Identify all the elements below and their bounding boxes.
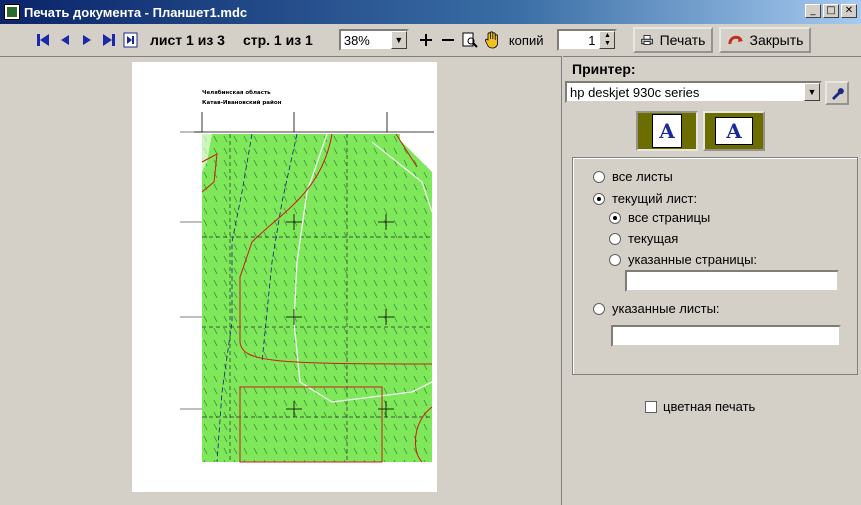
print-button[interactable]: Печать: [633, 27, 714, 53]
preview-area[interactable]: Челябинская область Катав-Ивановский рай…: [0, 56, 562, 505]
radio-specified-sheets[interactable]: указанные листы:: [593, 301, 720, 316]
window-title: Печать документа - Планшет1.mdc: [24, 4, 248, 20]
radio-current-sheet[interactable]: текущий лист:: [593, 191, 697, 206]
color-print-label: цветная печать: [663, 399, 756, 414]
hand-icon: [484, 31, 498, 49]
printer-icon: [641, 35, 654, 45]
print-label: Печать: [659, 32, 706, 48]
sheet-info: лист 1 из 3: [150, 32, 225, 48]
last-page-button[interactable]: [98, 29, 120, 51]
last-page-icon: [103, 34, 115, 46]
radio-icon[interactable]: [609, 211, 621, 224]
prev-page-icon: [61, 35, 69, 45]
first-page-button[interactable]: [32, 29, 54, 51]
close-label: Закрыть: [749, 32, 804, 48]
radio-all-sheets-label: все листы: [612, 169, 673, 184]
radio-all-sheets[interactable]: все листы: [593, 169, 673, 184]
radio-icon[interactable]: [609, 253, 621, 266]
hand-tool-button[interactable]: [481, 29, 503, 51]
zoom-out-button[interactable]: [437, 29, 459, 51]
close-button[interactable]: Закрыть: [719, 27, 812, 53]
radio-icon[interactable]: [593, 192, 605, 205]
minimize-button[interactable]: _: [805, 4, 821, 18]
printer-select[interactable]: hp deskjet 930c series ▼: [565, 81, 822, 103]
close-arrow-icon: [728, 35, 743, 45]
landscape-page-icon: A: [715, 117, 753, 145]
window-controls: _ □ ✕: [805, 4, 857, 18]
zoom-select[interactable]: 38% ▼: [338, 29, 409, 51]
radio-current-sheet-label: текущий лист:: [612, 191, 698, 206]
map-header-region: Челябинская область: [202, 89, 271, 96]
printer-settings-button[interactable]: [825, 81, 849, 105]
printer-label: Принтер:: [572, 61, 636, 77]
portrait-orientation-button[interactable]: A: [636, 111, 698, 151]
app-icon: [4, 4, 20, 20]
radio-current-page[interactable]: текущая: [609, 231, 678, 246]
page-info: стр. 1 из 1: [242, 32, 313, 48]
next-page-button[interactable]: [76, 29, 98, 51]
last-sheet-button[interactable]: [120, 29, 142, 51]
first-page-icon: [37, 34, 49, 46]
toolbar: лист 1 из 3 стр. 1 из 1 38% ▼ копий 1 ▲ ▼…: [0, 24, 861, 56]
zoom-in-icon: [419, 34, 432, 46]
radio-specified-sheets-label: указанные листы:: [612, 301, 720, 316]
radio-specified-pages[interactable]: указанные страницы:: [609, 252, 757, 267]
zoom-value: 38%: [343, 32, 370, 48]
page-zoom-icon: [462, 32, 478, 48]
print-range-group: все листы текущий лист: все страницы тек…: [572, 157, 858, 375]
copies-value[interactable]: 1: [588, 33, 599, 48]
printer-value: hp deskjet 930c series: [570, 84, 700, 100]
prev-page-button[interactable]: [54, 29, 76, 51]
settings-panel: Принтер: hp deskjet 930c series ▼ A A вс…: [563, 56, 861, 505]
checkbox-icon[interactable]: [645, 400, 657, 413]
portrait-page-icon: A: [652, 114, 682, 148]
radio-specified-pages-label: указанные страницы:: [628, 252, 758, 267]
radio-icon[interactable]: [593, 302, 605, 315]
maximize-button[interactable]: □: [823, 4, 839, 18]
last-sheet-icon: [123, 32, 138, 48]
copies-label: копий: [508, 32, 544, 48]
zoom-out-icon: [441, 39, 454, 41]
close-window-button[interactable]: ✕: [841, 4, 857, 18]
zoom-in-button[interactable]: [415, 29, 437, 51]
specified-pages-input[interactable]: [625, 270, 839, 292]
copies-stepper[interactable]: 1 ▲ ▼: [557, 29, 618, 51]
specified-sheets-input[interactable]: [611, 325, 841, 347]
stepper-arrows-icon[interactable]: ▲ ▼: [599, 31, 616, 49]
radio-all-pages[interactable]: все страницы: [609, 210, 710, 225]
wrench-icon: [832, 88, 844, 100]
next-page-icon: [83, 35, 91, 45]
radio-current-page-label: текущая: [628, 231, 679, 246]
chevron-down-icon[interactable]: ▼: [804, 83, 820, 101]
radio-icon[interactable]: [593, 170, 605, 183]
radio-icon[interactable]: [609, 232, 621, 245]
map-header-district: Катав-Ивановский район: [202, 99, 282, 106]
map-preview: Челябинская область Катав-Ивановский рай…: [180, 89, 434, 463]
chevron-down-icon[interactable]: ▼: [390, 31, 407, 49]
page-zoom-button[interactable]: [459, 29, 481, 51]
color-print-checkbox[interactable]: цветная печать: [645, 399, 755, 414]
radio-all-pages-label: все страницы: [628, 210, 711, 225]
title-bar: Печать документа - Планшет1.mdc _ □ ✕: [0, 0, 861, 24]
landscape-orientation-button[interactable]: A: [703, 111, 765, 151]
page-preview[interactable]: Челябинская область Катав-Ивановский рай…: [132, 62, 437, 492]
